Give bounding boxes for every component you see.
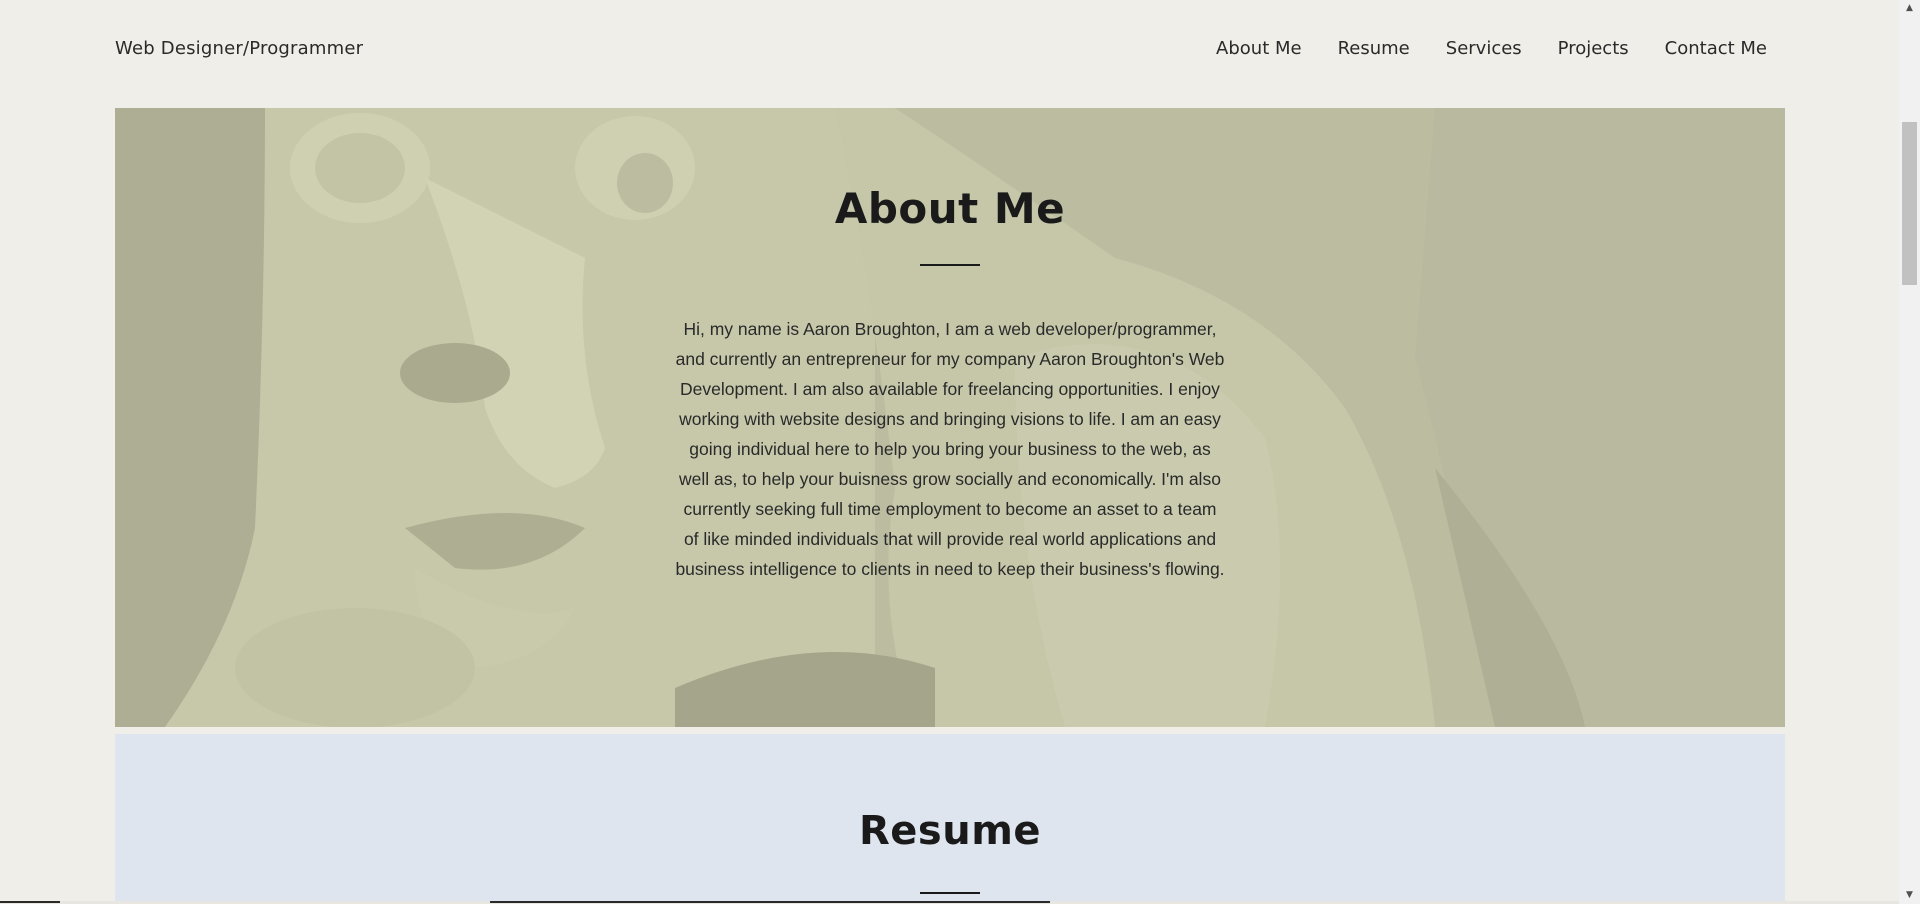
nav-item-projects[interactable]: Projects	[1558, 38, 1629, 59]
resume-section: Resume	[115, 734, 1785, 904]
site-header: Web Designer/Programmer About Me Resume …	[0, 0, 1899, 100]
about-section: About Me Hi, my name is Aaron Broughton,…	[115, 108, 1785, 727]
about-title-divider	[920, 264, 980, 266]
page: Web Designer/Programmer About Me Resume …	[0, 0, 1920, 904]
nav-item-contact-me[interactable]: Contact Me	[1665, 38, 1767, 59]
main-nav: About Me Resume Services Projects Contac…	[1180, 38, 1767, 59]
vertical-scrollbar[interactable]: ▲ ▼	[1899, 0, 1920, 904]
resume-title-divider	[920, 892, 980, 894]
resume-title: Resume	[858, 808, 1042, 854]
scroll-up-arrow-icon[interactable]: ▲	[1899, 0, 1920, 17]
nav-item-resume[interactable]: Resume	[1338, 38, 1410, 59]
scrollbar-thumb[interactable]	[1902, 122, 1917, 285]
nav-item-about-me[interactable]: About Me	[1216, 38, 1302, 59]
about-title: About Me	[834, 184, 1066, 233]
site-title[interactable]: Web Designer/Programmer	[115, 38, 363, 59]
scroll-down-arrow-icon[interactable]: ▼	[1899, 887, 1920, 904]
nav-item-services[interactable]: Services	[1446, 38, 1522, 59]
about-description: Hi, my name is Aaron Broughton, I am a w…	[675, 319, 1225, 579]
